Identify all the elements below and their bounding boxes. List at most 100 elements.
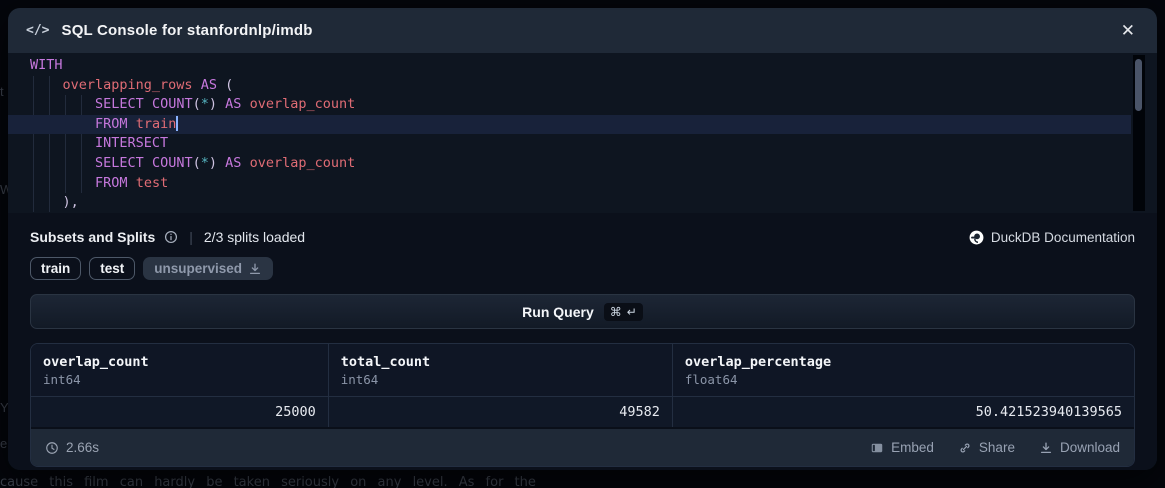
column-type: float64 xyxy=(685,372,1122,387)
code-token: WITH xyxy=(30,57,63,73)
code-token xyxy=(241,96,249,112)
info-icon[interactable] xyxy=(164,230,178,244)
code-line[interactable]: overlapping_rows AS ( xyxy=(8,76,1157,96)
duckdb-doc-link[interactable]: DuckDB Documentation xyxy=(969,230,1135,245)
code-token: train xyxy=(136,116,177,132)
modal-body: Subsets and Splits | 2/3 splits loaded xyxy=(8,213,1157,470)
code-token xyxy=(144,155,152,171)
cell-total_count: 49582 xyxy=(328,397,672,427)
code-token: overlap_count xyxy=(250,96,356,112)
return-key-icon: ↵ xyxy=(627,305,637,319)
code-icon: </> xyxy=(26,23,49,38)
modal-title: SQL Console for stanfordnlp/imdb xyxy=(61,22,312,39)
column-name: overlap_percentage xyxy=(685,354,1122,370)
code-line[interactable]: SELECT COUNT(*) AS overlap_count xyxy=(8,95,1157,115)
download-icon xyxy=(1039,441,1053,455)
column-name: total_count xyxy=(341,354,660,370)
split-chip-label: test xyxy=(100,261,124,276)
code-token: ) xyxy=(209,155,217,171)
results-table-header: overlap_countint64total_countint64overla… xyxy=(31,344,1134,396)
share-button[interactable]: Share xyxy=(958,440,1015,455)
code-line[interactable]: INTERSECT xyxy=(8,134,1157,154)
code-token xyxy=(144,96,152,112)
divider: | xyxy=(187,229,195,245)
split-chip-test[interactable]: test xyxy=(89,257,135,280)
code-line[interactable]: SELECT COUNT(*) AS overlap_count xyxy=(8,154,1157,174)
code-token xyxy=(128,175,136,191)
editor-scrollbar-thumb[interactable] xyxy=(1135,59,1142,111)
code-token: AS xyxy=(225,96,241,112)
query-duration: 2.66s xyxy=(45,440,99,455)
code-token: COUNT xyxy=(152,96,193,112)
code-token: ) xyxy=(209,96,217,112)
code-token: ), xyxy=(63,194,79,210)
code-line[interactable]: ), xyxy=(8,193,1157,213)
code-token: FROM xyxy=(95,175,128,191)
duckdb-logo-icon xyxy=(969,230,984,245)
editor-scrollbar[interactable] xyxy=(1133,55,1145,211)
code-token xyxy=(30,135,95,151)
code-token xyxy=(30,194,63,210)
split-chip-label: unsupervised xyxy=(154,261,242,276)
code-token: * xyxy=(201,96,209,112)
code-token xyxy=(30,175,95,191)
download-icon xyxy=(248,262,262,276)
column-type: int64 xyxy=(43,372,316,387)
split-chip-train[interactable]: train xyxy=(30,257,81,280)
column-header-overlap_percentage: overlap_percentage float64 xyxy=(672,344,1134,396)
code-token: FROM xyxy=(95,116,128,132)
code-token: ( xyxy=(193,155,201,171)
action-label: Download xyxy=(1060,440,1120,455)
background-edge-letter: Y xyxy=(0,400,8,415)
split-chip-unsupervised[interactable]: unsupervised xyxy=(143,257,273,280)
splits-heading: Subsets and Splits xyxy=(30,229,155,245)
code-token: test xyxy=(136,175,169,191)
column-type: int64 xyxy=(341,372,660,387)
results-table: overlap_countint64total_countint64overla… xyxy=(30,343,1135,467)
code-token xyxy=(217,96,225,112)
code-token: SELECT xyxy=(95,96,144,112)
code-line[interactable]: FROM test xyxy=(8,174,1157,194)
clock-icon xyxy=(45,441,59,455)
code-token xyxy=(193,77,201,93)
screen: cause this film can hardly be taken seri… xyxy=(0,0,1165,488)
code-token xyxy=(30,96,95,112)
table-row: 250004958250.421523940139565 xyxy=(31,396,1134,427)
column-header-overlap_count: overlap_count int64 xyxy=(31,344,328,396)
sql-console-modal: </> SQL Console for stanfordnlp/imdb ✕ W… xyxy=(8,8,1157,470)
code-token xyxy=(30,77,63,93)
background-edge-letter: e xyxy=(0,436,8,451)
query-duration-value: 2.66s xyxy=(66,440,99,455)
background-page-text: cause this film can hardly be taken seri… xyxy=(0,475,1165,488)
cell-overlap_percentage: 50.421523940139565 xyxy=(672,397,1134,427)
cell-overlap_count: 25000 xyxy=(31,397,328,427)
modal-header: </> SQL Console for stanfordnlp/imdb ✕ xyxy=(8,8,1157,53)
action-label: Embed xyxy=(891,440,934,455)
column-name: overlap_count xyxy=(43,354,316,370)
code-token xyxy=(30,155,95,171)
split-chip-label: train xyxy=(41,261,70,276)
code-token: * xyxy=(201,155,209,171)
close-icon[interactable]: ✕ xyxy=(1117,18,1139,43)
splits-chips: train test unsupervised xyxy=(30,257,1135,280)
code-token xyxy=(217,155,225,171)
code-token: COUNT xyxy=(152,155,193,171)
embed-icon xyxy=(870,441,884,455)
action-label: Share xyxy=(979,440,1015,455)
embed-button[interactable]: Embed xyxy=(870,440,934,455)
code-token: AS xyxy=(225,155,241,171)
duckdb-doc-label: DuckDB Documentation xyxy=(991,230,1135,245)
cmd-key-icon: ⌘ xyxy=(610,305,622,319)
code-token: ( xyxy=(217,77,233,93)
sql-editor[interactable]: WITH overlapping_rows AS ( SELECT COUNT(… xyxy=(8,53,1157,213)
text-cursor xyxy=(176,116,178,131)
column-header-total_count: total_count int64 xyxy=(328,344,672,396)
download-button[interactable]: Download xyxy=(1039,440,1120,455)
code-token: AS xyxy=(201,77,217,93)
code-line-active[interactable]: FROM train xyxy=(8,115,1131,135)
code-token xyxy=(30,116,95,132)
code-line[interactable]: WITH xyxy=(8,56,1157,76)
run-query-button[interactable]: Run Query ⌘↵ xyxy=(30,294,1135,329)
code-token xyxy=(241,155,249,171)
splits-status: 2/3 splits loaded xyxy=(204,229,305,245)
